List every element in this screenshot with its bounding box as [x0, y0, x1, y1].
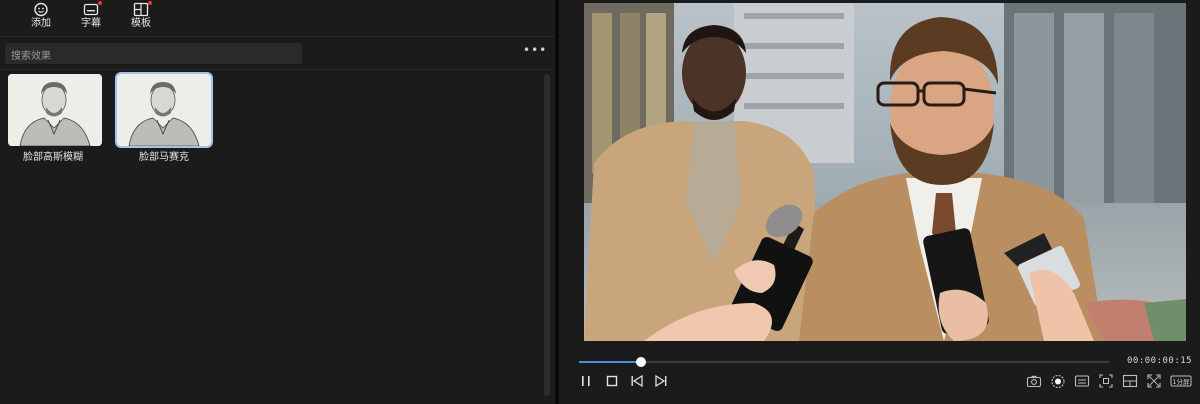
- timeline-progress: [579, 361, 641, 363]
- subtitle-icon: [83, 1, 102, 17]
- toolbar-add-label: 添加: [31, 18, 51, 29]
- video-preview[interactable]: [584, 3, 1186, 341]
- layout-button[interactable]: [1122, 373, 1138, 389]
- audio-icon: [1051, 374, 1065, 389]
- template-badge: [148, 1, 152, 5]
- audio-button[interactable]: [1050, 373, 1066, 389]
- toolbar-template[interactable]: 模板: [124, 1, 158, 34]
- pause-button[interactable]: [578, 373, 594, 389]
- snapshot-button[interactable]: [1026, 373, 1042, 389]
- subtitle-badge: [98, 1, 102, 5]
- divider: [0, 69, 555, 70]
- previous-frame-icon: [631, 374, 643, 388]
- stop-button[interactable]: [604, 373, 620, 389]
- timeline-knob[interactable]: [636, 357, 646, 367]
- timecode: 00:00:00:15: [1127, 356, 1193, 366]
- subtitle-toggle-icon: [1074, 375, 1090, 387]
- crop-icon: [1099, 374, 1113, 388]
- interview-scene-image: [584, 3, 1186, 341]
- top-toolbar: 添加 字幕 模板: [0, 0, 555, 37]
- crop-button[interactable]: [1098, 373, 1114, 389]
- face-sketch-thumbnail: [8, 74, 102, 146]
- effect-card-face-blur[interactable]: [8, 74, 102, 146]
- subtitle-toggle-button[interactable]: [1074, 373, 1090, 389]
- effects-scrollbar[interactable]: [544, 74, 550, 396]
- template-icon: [133, 1, 152, 17]
- effect-card-face-mosaic[interactable]: [115, 72, 213, 148]
- effect-label: 脸部马赛克: [139, 152, 189, 163]
- resolution-icon: 1分屏: [1170, 375, 1192, 387]
- next-frame-button[interactable]: [653, 373, 669, 389]
- previous-frame-button[interactable]: [629, 373, 645, 389]
- next-frame-icon: [655, 374, 667, 388]
- pause-icon: [582, 376, 590, 386]
- effect-label: 脸部高斯模糊: [23, 152, 83, 163]
- snapshot-icon: [1026, 375, 1042, 388]
- search-placeholder: 搜索效果: [11, 51, 51, 62]
- resolution-label: 1分屏: [1172, 377, 1190, 386]
- resolution-button[interactable]: 1分屏: [1170, 373, 1192, 389]
- fullscreen-button[interactable]: [1146, 373, 1162, 389]
- stop-icon: [606, 375, 618, 387]
- toolbar-template-label: 模板: [131, 18, 151, 29]
- layout-icon: [1122, 374, 1138, 388]
- search-input[interactable]: 搜索效果: [5, 43, 302, 64]
- toolbar-subtitle-label: 字幕: [81, 18, 101, 29]
- face-sketch-thumbnail: [117, 74, 211, 146]
- playback-timeline[interactable]: [579, 361, 1109, 363]
- more-options-icon[interactable]: •••: [523, 44, 546, 60]
- sticker-add-icon: [33, 2, 49, 17]
- fullscreen-icon: [1147, 374, 1161, 388]
- toolbar-add[interactable]: 添加: [24, 2, 58, 34]
- toolbar-subtitle[interactable]: 字幕: [74, 1, 108, 34]
